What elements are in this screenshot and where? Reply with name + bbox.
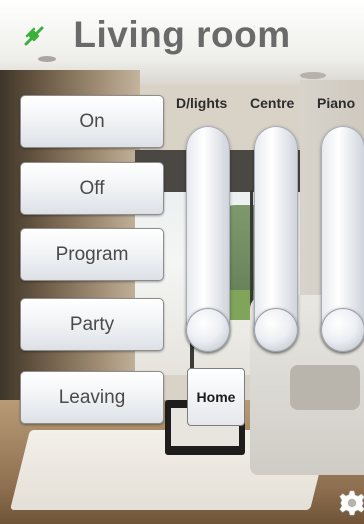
scene-program-button[interactable]: Program [20,228,164,281]
fader-label-dlights: D/lights [176,95,228,111]
scene-on-button[interactable]: On [20,95,164,148]
ceiling-light [38,56,56,62]
fader-knob[interactable] [186,308,230,352]
gear-icon[interactable] [339,490,364,516]
fader-knob[interactable] [254,308,298,352]
fader-knob[interactable] [321,308,364,352]
scene-leaving-button[interactable]: Leaving [20,371,164,424]
fader-label-centre: Centre [250,95,295,111]
fader-label-piano: Piano [317,95,356,111]
scene-off-button[interactable]: Off [20,162,164,215]
home-button[interactable]: Home [187,368,245,426]
fader-piano[interactable] [321,126,364,352]
ceiling-light [300,72,326,79]
scene-party-button[interactable]: Party [20,298,164,351]
fader-dlights[interactable] [186,126,230,352]
page-title: Living room [73,14,291,55]
fader-centre[interactable] [254,126,298,352]
